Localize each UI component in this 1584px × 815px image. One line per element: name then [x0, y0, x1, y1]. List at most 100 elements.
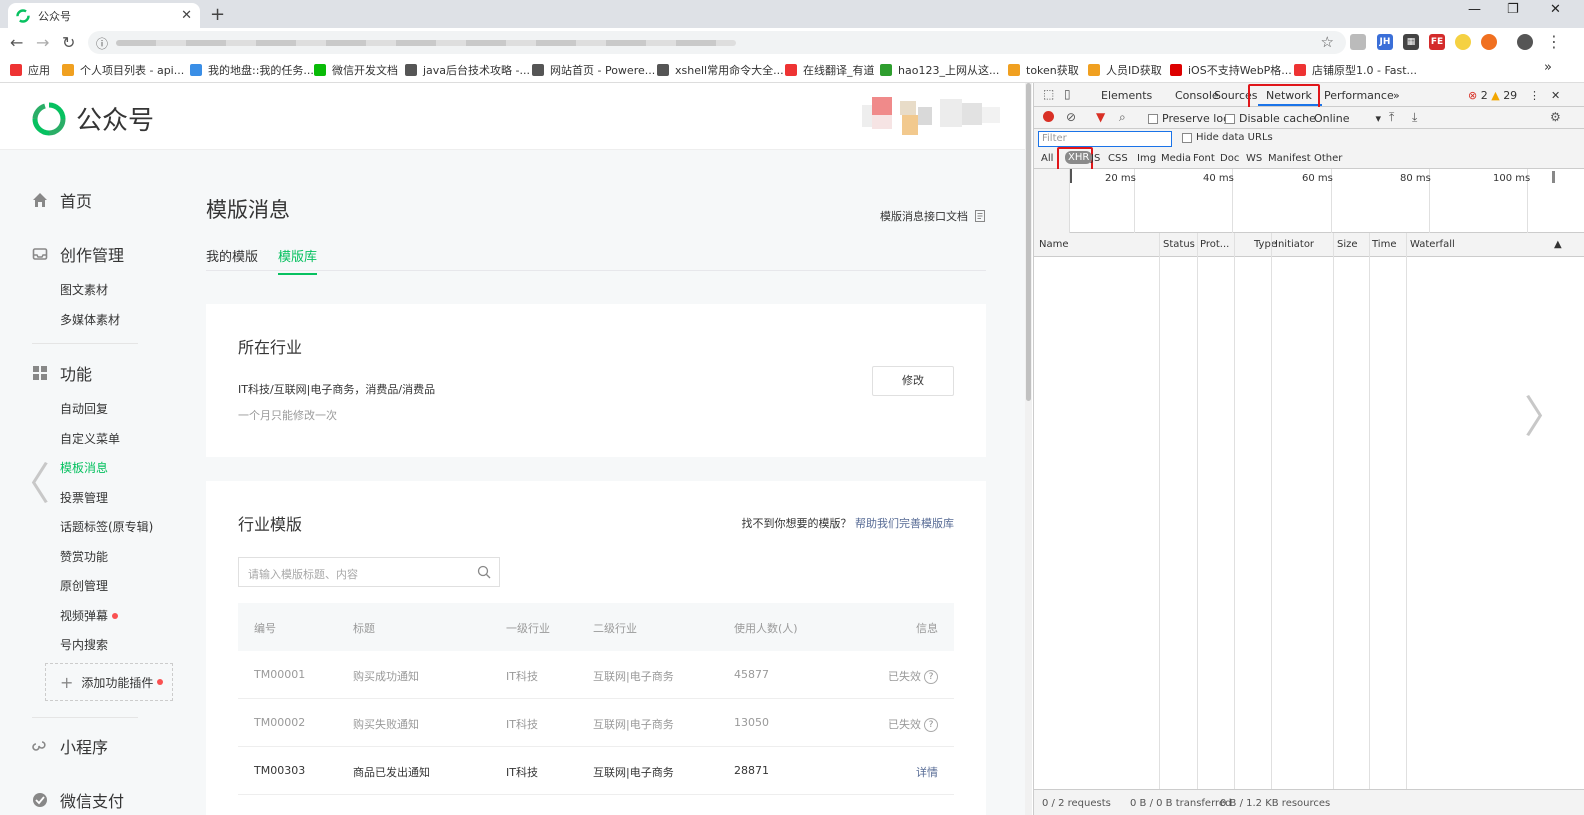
- type-filter-js[interactable]: JS: [1091, 153, 1100, 164]
- type-filter-font[interactable]: Font: [1193, 153, 1215, 164]
- devtools-tab-elements[interactable]: Elements: [1101, 89, 1152, 102]
- gear-icon[interactable]: ⚙: [1550, 110, 1561, 124]
- page-scrollbar[interactable]: [1025, 83, 1032, 815]
- add-plugin-button[interactable]: + 添加功能插件: [45, 663, 173, 701]
- clear-icon[interactable]: ⊘: [1066, 110, 1076, 124]
- nav-miniprogram[interactable]: 小程序: [32, 734, 108, 758]
- search-icon[interactable]: [477, 565, 491, 579]
- disable-cache-checkbox[interactable]: Disable cache: [1225, 112, 1316, 125]
- extension-orange-icon[interactable]: [1481, 34, 1497, 50]
- logo[interactable]: 公众号: [32, 100, 154, 137]
- close-devtools-icon[interactable]: ✕: [1551, 89, 1560, 102]
- sidebar-subitem[interactable]: 多媒体素材: [60, 311, 120, 328]
- inspect-element-icon[interactable]: ⬚: [1043, 87, 1054, 101]
- address-bar[interactable]: ⓘ ☆: [88, 31, 1346, 54]
- sidebar-subitem[interactable]: 自动回复: [60, 400, 108, 417]
- request-column-header[interactable]: Initiator: [1275, 239, 1314, 250]
- type-filter-manifest[interactable]: Manifest: [1268, 153, 1311, 164]
- devtools-menu-icon[interactable]: ⋮: [1529, 89, 1540, 102]
- type-filter-img[interactable]: Img: [1137, 153, 1156, 164]
- extension-tag-icon[interactable]: [1350, 34, 1366, 50]
- export-har-icon[interactable]: ⤓: [1412, 110, 1417, 125]
- request-column-header[interactable]: Status: [1163, 239, 1195, 250]
- sidebar-subitem[interactable]: 模板消息: [60, 459, 108, 476]
- site-info-icon[interactable]: ⓘ: [96, 35, 108, 52]
- search-icon[interactable]: ⌕: [1119, 110, 1126, 125]
- extension-qr-icon[interactable]: ▦: [1403, 34, 1419, 50]
- template-search-input[interactable]: 请输入模版标题、内容: [238, 557, 500, 587]
- template-info[interactable]: 详情: [916, 766, 938, 779]
- tab-template-library[interactable]: 模版库: [278, 246, 318, 275]
- browser-tab[interactable]: 公众号 ✕: [8, 3, 200, 28]
- account-avatar[interactable]: [862, 97, 1002, 135]
- bookmark-item[interactable]: xshell常用命令大全...: [657, 62, 784, 78]
- type-filter-other[interactable]: Other: [1314, 153, 1342, 164]
- nav-wxpay[interactable]: 微信支付: [32, 788, 124, 812]
- request-column-header[interactable]: Waterfall: [1410, 239, 1455, 250]
- bookmark-item[interactable]: hao123_上网从这...: [880, 62, 999, 78]
- tab-my-templates[interactable]: 我的模版: [206, 246, 258, 273]
- filter-funnel-icon[interactable]: ▼: [1096, 110, 1105, 124]
- timeline-handle[interactable]: [1552, 171, 1555, 183]
- bookmark-item[interactable]: 网站首页 - Powere...: [532, 62, 655, 78]
- bookmark-item[interactable]: 在线翻译_有道: [785, 62, 875, 78]
- extension-fe-icon[interactable]: FE: [1429, 34, 1445, 50]
- improve-library-link[interactable]: 帮助我们完善模版库: [855, 517, 954, 530]
- bookmark-item[interactable]: 我的地盘::我的任务...: [190, 62, 314, 78]
- request-column-header[interactable]: Size: [1337, 239, 1358, 250]
- help-question-icon[interactable]: ?: [924, 670, 938, 684]
- sidebar-subitem[interactable]: 自定义菜单: [60, 430, 120, 447]
- forward-arrow-icon[interactable]: →: [36, 33, 49, 52]
- nav-create[interactable]: 创作管理: [32, 242, 124, 266]
- filter-input[interactable]: Filter: [1038, 131, 1172, 147]
- sidebar-subitem[interactable]: 赞赏功能: [60, 548, 108, 565]
- table-row[interactable]: TM00303 商品已发出通知 IT科技 互联网|电子商务 28871 详情: [238, 747, 954, 795]
- sidebar-subitem[interactable]: 图文素材: [60, 281, 108, 298]
- sidebar-subitem[interactable]: 视频弹幕: [60, 607, 119, 624]
- bookmark-item[interactable]: 个人项目列表 - api...: [62, 62, 184, 78]
- type-filter-doc[interactable]: Doc: [1220, 153, 1239, 164]
- type-filter-media[interactable]: Media: [1161, 153, 1191, 164]
- devtools-tab-console[interactable]: Console: [1175, 89, 1219, 102]
- help-question-icon[interactable]: ?: [924, 718, 938, 732]
- import-har-icon[interactable]: ⤒: [1389, 110, 1394, 125]
- scrollbar-thumb[interactable]: [1026, 83, 1031, 401]
- more-tabs-icon[interactable]: »: [1393, 89, 1400, 102]
- table-row[interactable]: TM00001 购买成功通知 IT科技 互联网|电子商务 45877 已失效?: [238, 651, 954, 699]
- new-tab-button[interactable]: +: [210, 4, 225, 25]
- sort-ascending-icon[interactable]: ▲: [1554, 239, 1562, 250]
- minimize-window-icon[interactable]: —: [1468, 2, 1481, 17]
- timeline-cursor[interactable]: [1070, 169, 1072, 183]
- extension-y-icon[interactable]: [1455, 34, 1471, 50]
- type-filter-css[interactable]: CSS: [1108, 153, 1128, 164]
- close-tab-icon[interactable]: ✕: [181, 8, 192, 23]
- request-column-header[interactable]: Time: [1372, 239, 1396, 250]
- browser-menu-icon[interactable]: ⋮: [1546, 32, 1562, 51]
- bookmark-item[interactable]: 店铺原型1.0 - Fast...: [1294, 62, 1417, 78]
- bookmark-item[interactable]: token获取: [1008, 62, 1079, 78]
- request-column-header[interactable]: Name: [1039, 239, 1069, 250]
- bookmark-item[interactable]: 应用: [10, 62, 50, 78]
- carousel-next-icon[interactable]: 〉: [1524, 381, 1568, 445]
- api-doc-link[interactable]: 模版消息接口文档: [880, 208, 986, 224]
- profile-avatar-icon[interactable]: [1517, 34, 1533, 50]
- sidebar-subitem[interactable]: 话题标签(原专辑): [60, 518, 153, 535]
- hide-data-urls-checkbox[interactable]: Hide data URLs: [1182, 132, 1273, 143]
- restore-window-icon[interactable]: ❐: [1507, 2, 1519, 17]
- devtools-tab-performance[interactable]: Performance: [1324, 89, 1394, 102]
- bookmark-item[interactable]: 微信开发文档: [314, 62, 398, 78]
- throttling-select[interactable]: Online ▾: [1314, 112, 1381, 125]
- carousel-prev-icon[interactable]: 〈: [6, 448, 50, 512]
- back-arrow-icon[interactable]: ←: [10, 33, 23, 52]
- extension-jh-icon[interactable]: JH: [1377, 34, 1393, 50]
- error-count[interactable]: ⊗ 2 ▲ 29: [1468, 89, 1517, 102]
- table-row[interactable]: TM00002 购买失败通知 IT科技 互联网|电子商务 13050 已失效?: [238, 699, 954, 747]
- sidebar-subitem[interactable]: 原创管理: [60, 577, 108, 594]
- bookmark-item[interactable]: 人员ID获取: [1088, 62, 1162, 78]
- edit-industry-button[interactable]: 修改: [872, 366, 954, 396]
- bookmark-star-icon[interactable]: ☆: [1321, 33, 1334, 51]
- reload-icon[interactable]: ↻: [62, 33, 75, 52]
- preserve-log-checkbox[interactable]: Preserve log: [1148, 112, 1230, 125]
- record-icon[interactable]: [1043, 111, 1054, 122]
- type-filter-all[interactable]: All: [1041, 153, 1053, 164]
